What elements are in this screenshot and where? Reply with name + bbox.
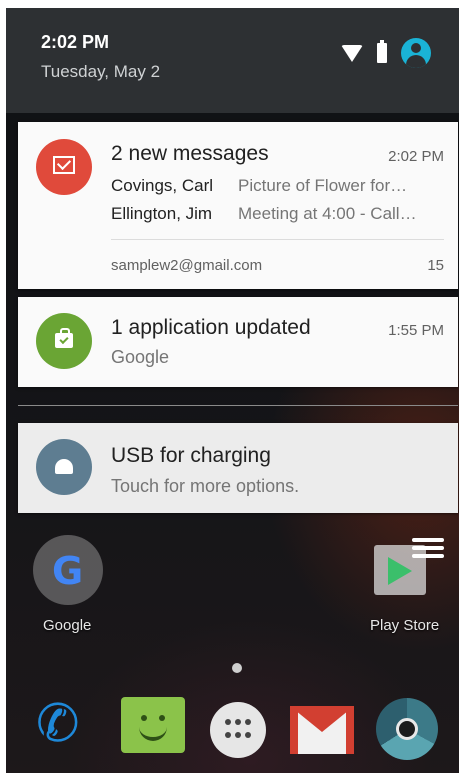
phone-screen: 2:02 PM Tuesday, May 2 2 new messages 2:… <box>0 0 467 779</box>
quick-status-icons <box>341 38 431 68</box>
envelope-icon <box>53 156 75 174</box>
section-divider <box>18 405 458 406</box>
notification-subtitle: Touch for more options. <box>111 476 300 496</box>
frame-edge <box>0 0 467 8</box>
clock: 2:02 PM <box>41 32 110 52</box>
notification-usb[interactable]: USB for charging Touch for more options. <box>18 423 458 513</box>
download-lines-icon <box>412 538 444 562</box>
app-drawer-icon[interactable] <box>210 702 266 758</box>
phone-icon[interactable]: ✆ <box>36 694 98 756</box>
app-label-google: Google <box>43 617 92 634</box>
message-row[interactable]: Ellington, Jim Meeting at 4:00 - Call… <box>111 204 417 224</box>
notification-time: 1:55 PM <box>388 322 444 339</box>
message-row[interactable]: Covings, Carl Picture of Flower for… <box>111 176 407 196</box>
notification-app-update[interactable]: 1 application updated 1:55 PM Google <box>18 297 458 387</box>
notification-title: USB for charging <box>111 444 271 467</box>
notification-gmail[interactable]: 2 new messages 2:02 PM Covings, Carl Pic… <box>18 122 458 289</box>
play-triangle-icon <box>388 557 412 585</box>
message-preview: Picture of Flower for… <box>238 176 408 195</box>
google-app-icon[interactable]: G <box>33 535 103 605</box>
gmail-app-icon <box>36 139 92 195</box>
notification-header: 2:02 PM Tuesday, May 2 <box>6 8 459 113</box>
app-label-play-store: Play Store <box>370 617 440 634</box>
notification-title: 2 new messages <box>111 142 269 165</box>
account-icon[interactable] <box>401 38 431 68</box>
message-sender: Ellington, Jim <box>111 204 213 223</box>
message-preview: Meeting at 4:00 - Call… <box>238 204 417 223</box>
wifi-icon <box>341 44 363 62</box>
notification-title: 1 application updated <box>111 316 311 339</box>
messenger-icon[interactable] <box>121 697 185 753</box>
android-robot-icon <box>55 459 73 474</box>
frame-edge <box>0 0 6 779</box>
page-indicator <box>232 663 242 673</box>
battery-icon <box>377 40 387 63</box>
divider <box>111 239 444 240</box>
frame-edge <box>0 773 467 779</box>
unread-count: 15 <box>427 257 444 274</box>
camera-icon[interactable] <box>376 698 438 760</box>
message-sender: Covings, Carl <box>111 176 214 195</box>
notification-time: 2:02 PM <box>388 148 444 165</box>
account-email: samplew2@gmail.com <box>111 257 263 274</box>
frame-edge <box>459 0 467 779</box>
date[interactable]: Tuesday, May 2 <box>41 62 160 82</box>
gmail-icon[interactable] <box>290 706 354 754</box>
android-icon <box>36 439 92 495</box>
shopping-bag-check-icon <box>55 328 73 348</box>
play-store-update-icon <box>36 313 92 369</box>
google-g-icon: G <box>52 549 84 593</box>
notification-subtitle: Google <box>111 347 170 367</box>
